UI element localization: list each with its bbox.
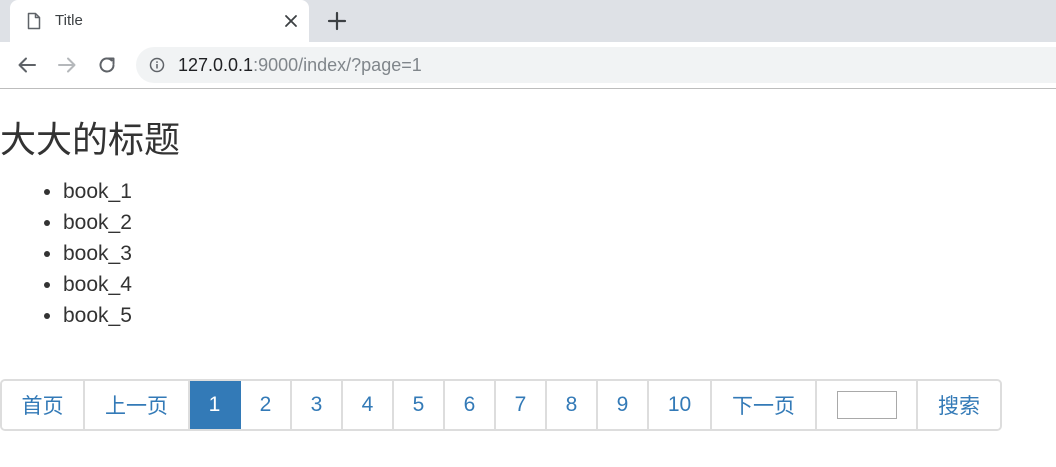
document-icon [27, 12, 41, 30]
close-icon[interactable] [282, 12, 300, 30]
book-item: book_3 [63, 238, 132, 269]
pagination: 首页 上一页 1 2 3 4 5 6 7 8 9 10 下一页 搜索 [0, 379, 1002, 431]
browser-tab-strip: Title [0, 0, 1056, 42]
book-item: book_4 [63, 269, 132, 300]
tab-title: Title [55, 12, 83, 29]
address-bar[interactable]: 127.0.0.1:9000/index/?page=1 [136, 47, 1056, 83]
page-link-8[interactable]: 8 [547, 381, 598, 429]
book-list: book_1 book_2 book_3 book_4 book_5 [0, 176, 132, 331]
book-item: book_1 [63, 176, 132, 207]
page-link-10[interactable]: 10 [649, 381, 712, 429]
browser-tab[interactable]: Title [10, 0, 309, 42]
prev-page-link[interactable]: 上一页 [85, 381, 190, 429]
page-link-3[interactable]: 3 [292, 381, 343, 429]
page-link-6[interactable]: 6 [445, 381, 496, 429]
url-host: 127.0.0.1 [178, 55, 254, 75]
page-link-2[interactable]: 2 [241, 381, 292, 429]
first-page-link[interactable]: 首页 [2, 381, 85, 429]
page-link-1[interactable]: 1 [190, 381, 241, 429]
url-path: :9000/index/?page=1 [253, 55, 422, 75]
search-button[interactable]: 搜索 [918, 381, 1000, 429]
browser-toolbar: 127.0.0.1:9000/index/?page=1 [0, 42, 1056, 89]
arrow-right-icon[interactable] [56, 54, 78, 76]
page-link-9[interactable]: 9 [598, 381, 649, 429]
info-icon[interactable] [149, 57, 165, 73]
page-link-4[interactable]: 4 [343, 381, 394, 429]
page-title: 大大的标题 [0, 119, 181, 160]
book-item: book_5 [63, 300, 132, 331]
book-item: book_2 [63, 207, 132, 238]
page-link-7[interactable]: 7 [496, 381, 547, 429]
plus-icon[interactable] [326, 10, 348, 32]
url-text[interactable]: 127.0.0.1:9000/index/?page=1 [178, 55, 422, 75]
page-content: 大大的标题 book_1 book_2 book_3 book_4 book_5… [0, 89, 1056, 467]
page-jump-cell [817, 381, 918, 429]
page-jump-input[interactable] [836, 391, 897, 419]
reload-icon[interactable] [96, 54, 118, 76]
next-page-link[interactable]: 下一页 [712, 381, 817, 429]
page-link-5[interactable]: 5 [394, 381, 445, 429]
arrow-left-icon[interactable] [16, 54, 38, 76]
